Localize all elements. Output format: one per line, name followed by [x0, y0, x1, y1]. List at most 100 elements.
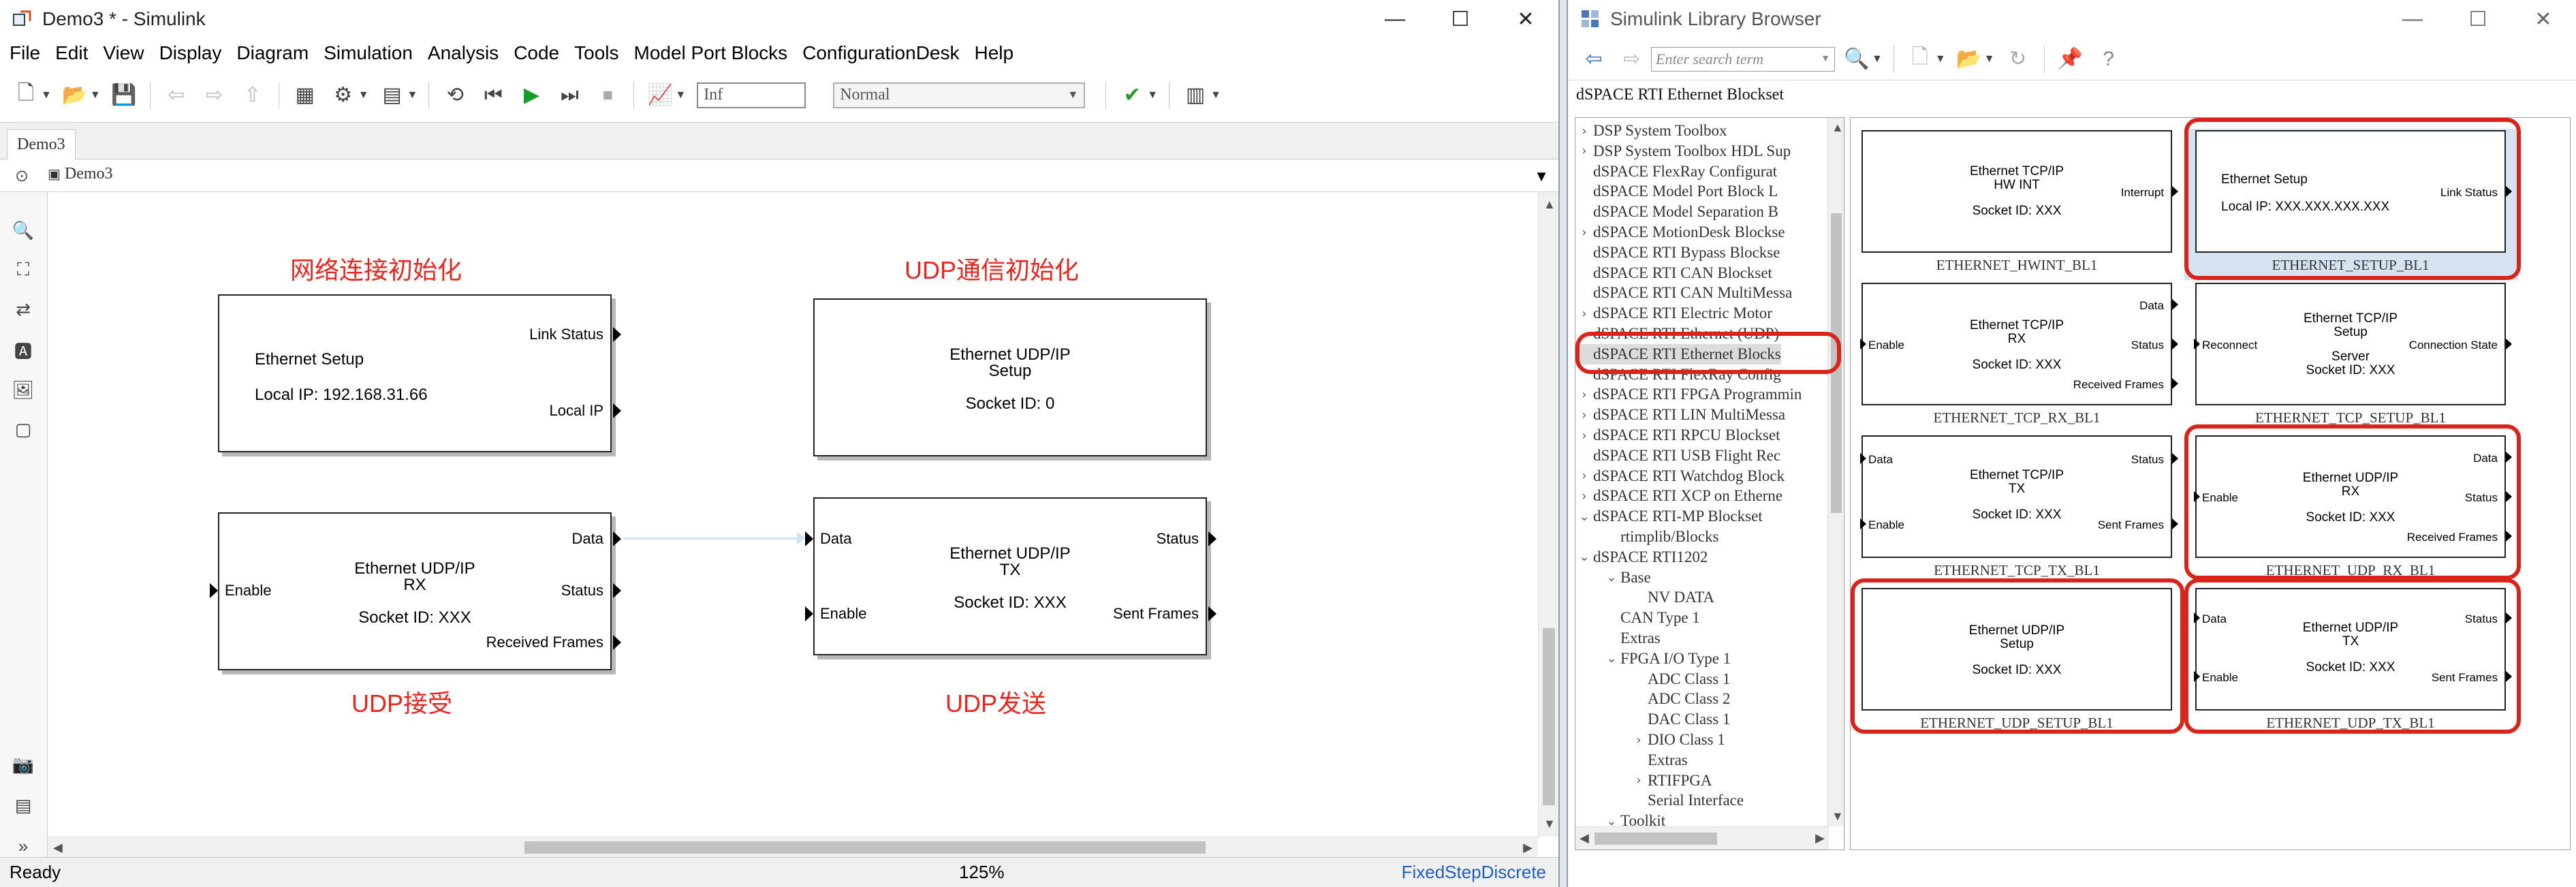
help-icon[interactable]: ?: [2094, 44, 2124, 74]
tree-item[interactable]: ⌄ FPGA I/O Type 1: [1603, 649, 1731, 669]
chevron-down-icon[interactable]: ⌄: [1603, 570, 1620, 585]
tree-item[interactable]: dSPACE RTI CAN Blockset: [1575, 263, 1772, 283]
forward-icon[interactable]: ⇨: [200, 80, 230, 110]
menu-diagram[interactable]: Diagram: [236, 42, 309, 64]
menu-tools[interactable]: Tools: [574, 42, 618, 64]
step-forward-icon[interactable]: ⏭: [554, 80, 584, 110]
library-tree[interactable]: › DSP System Toolbox › DSP System Toolbox H…: [1575, 117, 1844, 850]
chevron-down-icon[interactable]: ⌄: [1575, 550, 1593, 564]
input-port-arrow[interactable]: [805, 606, 813, 621]
scroll-up-icon[interactable]: ▲: [1832, 121, 1844, 135]
explorer-dropdown-icon[interactable]: ▼: [407, 89, 418, 102]
tree-item[interactable]: CAN Type 1: [1603, 608, 1700, 628]
open-folder-icon[interactable]: 📂: [60, 80, 90, 110]
tree-item[interactable]: › DIO Class 1: [1630, 730, 1725, 750]
tree-item[interactable]: › DSP System Toolbox: [1575, 121, 1727, 141]
tree-item[interactable]: › dSPACE RTI LIN MultiMessa: [1575, 405, 1785, 425]
output-port-arrow[interactable]: [1208, 606, 1216, 621]
menu-analysis[interactable]: Analysis: [428, 42, 499, 64]
simulation-mode-select[interactable]: Normal ▼: [833, 82, 1086, 108]
tree-item[interactable]: dSPACE RTI Bypass Blockse: [1575, 243, 1780, 263]
model-settings-icon[interactable]: ⚙: [328, 80, 358, 110]
lib-block-tcp-rx[interactable]: Ethernet TCP/IP RX Socket ID: XXX Enable…: [1860, 283, 2178, 405]
output-port-arrow[interactable]: [613, 403, 621, 418]
model-canvas[interactable]: 网络连接初始化 UDP通信初始化 UDP接受 UDP发送 Ethernet Se…: [48, 192, 1539, 837]
chevron-down-icon[interactable]: ⌄: [1603, 651, 1620, 666]
tree-item[interactable]: Extras: [1630, 750, 1688, 771]
forward-icon[interactable]: ⇨: [1617, 44, 1647, 74]
chevron-down-icon[interactable]: ⌄: [1575, 510, 1593, 524]
lib-block-tcp-hwint[interactable]: Ethernet TCP/IP HW INT Socket ID: XXX In…: [1862, 130, 2178, 253]
chevron-right-icon[interactable]: ›: [1630, 733, 1648, 747]
menu-help[interactable]: Help: [974, 42, 1014, 64]
tree-item[interactable]: Extras: [1603, 628, 1661, 649]
scope-icon[interactable]: 📈: [645, 80, 675, 110]
tree-item[interactable]: dSPACE RTI USB Flight Rec: [1575, 446, 1780, 466]
input-port-arrow[interactable]: [805, 531, 813, 546]
scroll-right-icon[interactable]: ▶: [1815, 831, 1825, 845]
search-icon[interactable]: 🔍: [1842, 44, 1872, 74]
check-icon[interactable]: ✔: [1117, 80, 1147, 110]
tree-item[interactable]: rtimplib/Blocks: [1603, 527, 1718, 547]
tree-item[interactable]: › dSPACE RTI Electric Motor: [1575, 303, 1772, 324]
menu-edit[interactable]: Edit: [55, 42, 88, 64]
screenshot-icon[interactable]: 📷: [10, 751, 37, 778]
chevron-down-icon[interactable]: ▼: [1534, 168, 1549, 185]
zoom-icon[interactable]: 🔍: [10, 217, 37, 244]
area-icon[interactable]: ▢: [10, 416, 37, 443]
close-button[interactable]: ✕: [1493, 0, 1558, 38]
output-port-arrow[interactable]: [1208, 531, 1216, 546]
signal-arrow-icon[interactable]: ⇄: [10, 296, 37, 323]
signal-line[interactable]: [624, 538, 801, 540]
maximize-button[interactable]: ☐: [2445, 0, 2511, 38]
chevron-down-icon[interactable]: ▼: [1821, 54, 1830, 65]
ethernet-setup-block[interactable]: Ethernet Setup Local IP: 192.168.31.66 L…: [218, 294, 621, 452]
refresh-icon[interactable]: ↻: [2003, 44, 2033, 74]
chevron-right-icon[interactable]: ›: [1575, 307, 1593, 321]
input-port-arrow[interactable]: [210, 583, 218, 598]
tree-item[interactable]: › dSPACE MotionDesk Blockse: [1575, 222, 1785, 243]
maximize-button[interactable]: ☐: [1428, 0, 1493, 38]
lib-block-tcp-setup[interactable]: Ethernet TCP/IP Setup Server Socket ID: …: [2194, 283, 2512, 405]
menu-code[interactable]: Code: [514, 42, 559, 64]
hide-browser-icon[interactable]: ⊙: [15, 166, 29, 186]
scope-dropdown-icon[interactable]: ▼: [675, 89, 686, 102]
back-icon[interactable]: ⇦: [1579, 44, 1609, 74]
tree-item[interactable]: NV DATA: [1630, 587, 1714, 608]
menu-configurationdesk[interactable]: ConfigurationDesk: [802, 42, 959, 64]
new-dropdown-icon[interactable]: ▼: [1935, 53, 1946, 65]
breadcrumb[interactable]: ▣ Demo3: [48, 165, 113, 183]
tree-item[interactable]: DAC Class 1: [1630, 709, 1730, 730]
output-port-arrow[interactable]: [613, 531, 621, 546]
tree-item[interactable]: › RTIFPGA: [1630, 771, 1712, 791]
chevron-right-icon[interactable]: ›: [1575, 124, 1593, 138]
tree-item[interactable]: ⌄ dSPACE RTI1202: [1575, 547, 1708, 567]
chevron-right-icon[interactable]: ›: [1575, 408, 1593, 422]
menu-file[interactable]: File: [10, 42, 40, 64]
pin-icon[interactable]: 📌: [2056, 44, 2086, 74]
scroll-thumb[interactable]: [1543, 628, 1555, 805]
tree-item[interactable]: › dSPACE RTI RPCU Blockset: [1575, 425, 1780, 446]
tree-item[interactable]: dSPACE FlexRay Configurat: [1575, 161, 1777, 182]
tree-item[interactable]: › dSPACE RTI Watchdog Block: [1575, 466, 1785, 486]
open-folder-icon[interactable]: 📂: [1954, 44, 1984, 74]
open-dropdown-icon[interactable]: ▼: [1984, 53, 1995, 65]
image-icon[interactable]: 🖼: [10, 376, 37, 403]
menu-model-port-blocks[interactable]: Model Port Blocks: [634, 42, 788, 64]
expand-icon[interactable]: »: [10, 832, 37, 860]
tree-item[interactable]: dSPACE RTI CAN MultiMessa: [1575, 283, 1792, 303]
stop-icon[interactable]: ⏹: [593, 80, 623, 110]
chevron-right-icon[interactable]: ›: [1575, 388, 1593, 402]
new-model-icon[interactable]: 🗋: [11, 80, 41, 110]
tree-vertical-scrollbar[interactable]: ▲ ▼: [1827, 118, 1844, 826]
udp-rx-block[interactable]: Ethernet UDP/IP RX Socket ID: XXX Enable…: [210, 512, 621, 670]
model-explorer-icon[interactable]: ▤: [377, 80, 407, 110]
vertical-scrollbar[interactable]: ▲ ▼: [1538, 192, 1558, 837]
udp-tx-block[interactable]: Ethernet UDP/IP TX Socket ID: XXX Data E…: [805, 497, 1216, 655]
scroll-left-icon[interactable]: ◀: [1580, 831, 1589, 845]
new-dropdown-icon[interactable]: ▼: [41, 89, 52, 102]
tree-item[interactable]: ADC Class 1: [1630, 669, 1730, 689]
close-button[interactable]: ✕: [2511, 0, 2576, 38]
tree-item[interactable]: › dSPACE RTI FPGA Programmin: [1575, 384, 1802, 405]
chevron-right-icon[interactable]: ›: [1575, 225, 1593, 240]
